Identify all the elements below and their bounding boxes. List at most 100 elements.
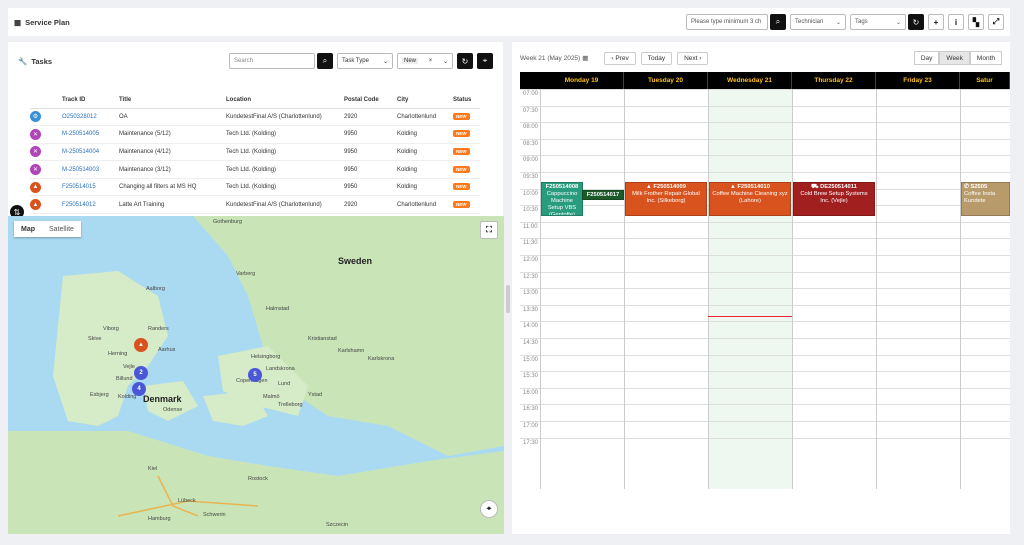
time-label: 08:00 [523, 124, 539, 131]
time-slot-row[interactable]: 11:00 [520, 221, 1010, 239]
layout-button[interactable]: ▚ [968, 14, 984, 30]
time-label: 15:30 [523, 373, 539, 380]
top-bar: ▦ Service Plan Please type minimum 3 ch … [8, 8, 1010, 36]
table-row[interactable]: ✕ M-250514004 Maintenance (4/12) Tech Lt… [30, 143, 480, 162]
cluster-marker[interactable]: 4 [132, 382, 146, 396]
track-id[interactable]: F250514012 [62, 195, 119, 215]
map-view[interactable]: Map Satellite ⛶ ⌖ Gothenburg Denmark Aal… [8, 216, 504, 534]
time-slot-row[interactable]: 16:00 [520, 387, 1010, 405]
calendar-event[interactable]: ⛟ DE250514011 Cold Brew Setup Systems In… [793, 182, 875, 216]
track-id[interactable]: F250514015 [62, 178, 119, 197]
time-slot-row[interactable]: 07:00 [520, 89, 1010, 106]
refresh-icon: ↻ [912, 17, 920, 27]
task-type-select[interactable]: Task Type ⌄ [337, 53, 393, 69]
page-title: ▦ Service Plan [14, 17, 70, 27]
time-slot-row[interactable]: 15:30 [520, 371, 1010, 388]
search-button[interactable]: ⌕ [770, 14, 786, 30]
location-button[interactable]: ⌖ [477, 53, 493, 69]
map-label: Odense [163, 407, 183, 413]
week-label: Week 21 (May 2025) [520, 54, 581, 62]
info-icon: i [954, 17, 958, 27]
status-badge: NEW [453, 183, 470, 191]
status-badge: NEW [453, 165, 470, 173]
time-slot-row[interactable]: 12:30 [520, 271, 1010, 289]
prev-button[interactable]: ‹ Prev [604, 51, 636, 65]
time-slot-row[interactable]: 15:00 [520, 354, 1010, 372]
cluster-marker[interactable]: 2 [134, 366, 148, 380]
month-view-button[interactable]: Month [969, 51, 1002, 65]
technician-select[interactable]: Technician ⌄ [790, 14, 846, 30]
col-title[interactable]: Title [119, 92, 226, 109]
fullscreen-button[interactable]: ⛶ [480, 221, 498, 239]
time-slot-row[interactable]: 13:00 [520, 288, 1010, 305]
time-slot-row[interactable]: 08:00 [520, 122, 1010, 139]
week-view-button[interactable]: Week [939, 51, 970, 65]
track-id[interactable]: O250328012 [62, 108, 119, 127]
time-slot-row[interactable]: 13:30 [520, 304, 1010, 322]
col-track-id[interactable]: Track ID [62, 92, 119, 109]
col-location[interactable]: Location [226, 92, 344, 109]
add-button[interactable]: + [928, 14, 944, 30]
time-slot-row[interactable]: 17:00 [520, 421, 1010, 438]
table-row[interactable]: ▲ F250514012 Latte Art Training Kundetes… [30, 195, 480, 215]
time-slot-row[interactable]: 11:30 [520, 238, 1010, 255]
track-id[interactable]: M-250514005 [62, 125, 119, 144]
time-slot-row[interactable]: 07:30 [520, 105, 1010, 123]
info-button[interactable]: i [948, 14, 964, 30]
map-label: Sweden [338, 256, 373, 266]
calendar-icon[interactable]: ▦ [582, 54, 588, 62]
day-view-button[interactable]: Day [913, 51, 940, 65]
tab-satellite[interactable]: Satellite [42, 221, 81, 237]
tab-map[interactable]: Map [14, 221, 42, 237]
tasks-refresh-button[interactable]: ↻ [457, 53, 473, 69]
close-icon[interactable]: × [429, 58, 433, 64]
cluster-marker[interactable]: 5 [248, 368, 262, 382]
calendar-event[interactable]: F250514008 Cappuccino Machine Setup VBS … [541, 182, 583, 216]
time-slot-row[interactable]: 09:00 [520, 155, 1010, 172]
time-slot-row[interactable]: 12:00 [520, 255, 1010, 272]
refresh-button[interactable]: ↻ [908, 14, 924, 30]
task-type-icon: ⚙ [30, 111, 41, 123]
col-city[interactable]: City [397, 92, 453, 109]
task-marker[interactable]: ▲ [134, 338, 148, 352]
calendar-event[interactable]: F250514017 [582, 190, 624, 200]
next-button[interactable]: Next › [677, 51, 709, 65]
tags-select[interactable]: Tags ⌄ [850, 14, 906, 30]
chevron-right-icon: › [697, 54, 702, 62]
col-status[interactable]: Status [453, 92, 480, 109]
table-row[interactable]: ⚙ O250328012 OA KundetestFinal A/S (Char… [30, 108, 480, 127]
track-id[interactable]: M-250514003 [62, 160, 119, 179]
status-badge: NEW [453, 200, 470, 208]
week-grid[interactable]: Monday 19 Tuesday 20 Wednesday 21 Thursd… [520, 72, 1010, 492]
chevron-down-icon: ⌄ [895, 19, 901, 26]
my-location-button[interactable]: ⌖ [480, 500, 498, 518]
col-postal-code[interactable]: Postal Code [344, 92, 397, 109]
time-slot-row[interactable]: 08:30 [520, 138, 1010, 156]
time-slot-row[interactable]: 14:30 [520, 338, 1010, 355]
time-slot-row[interactable]: 17:30 [520, 437, 1010, 455]
today-button[interactable]: Today [640, 51, 673, 65]
map-label: Halmstad [266, 306, 290, 312]
table-row[interactable]: ✕ M-250514005 Maintenance (5/12) Tech Lt… [30, 125, 480, 144]
tasks-search-button[interactable]: ⌕ [317, 53, 333, 69]
calendar-event[interactable]: ✆ S2505 Coffee Insta Kundete [961, 182, 1010, 216]
time-slot-row[interactable]: 16:30 [520, 404, 1010, 421]
calendar-event[interactable]: ▲ F250514009 Milk Frother Repair Global … [625, 182, 707, 216]
calendar-event[interactable]: ▲ F250514010 Coffee Machine Cleaning xyz… [709, 182, 791, 216]
track-id[interactable]: M-250514004 [62, 143, 119, 162]
table-row[interactable]: ✕ M-250514003 Maintenance (3/12) Tech Lt… [30, 160, 480, 179]
day-header: Wednesday 21 [708, 72, 792, 89]
global-search-input[interactable]: Please type minimum 3 ch [686, 14, 768, 30]
time-label: 14:30 [523, 340, 539, 346]
tasks-search-input[interactable]: Search [229, 53, 315, 69]
search-icon: ⌕ [775, 17, 781, 26]
map-label: Viborg [103, 326, 119, 332]
map-pin-icon: ⌖ [482, 56, 488, 65]
table-row[interactable]: ▲ F250514015 Changing all filters at MS … [30, 178, 480, 197]
time-slot-row[interactable]: 14:00 [520, 321, 1010, 338]
calendar-icon: ▦ [14, 17, 22, 27]
expand-icon: ⤢ [992, 17, 1000, 26]
status-filter-select[interactable]: New × ⌄ [397, 53, 453, 69]
panel-resize-handle[interactable] [506, 285, 510, 313]
expand-button[interactable]: ⤢ [988, 14, 1004, 30]
